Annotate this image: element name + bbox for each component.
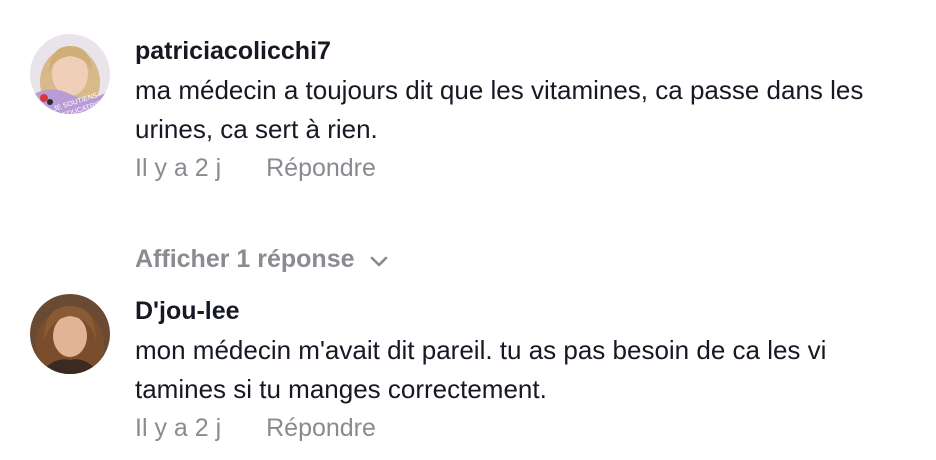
comment-username[interactable]: D'jou-lee <box>135 296 915 326</box>
show-replies-button[interactable]: Afficher 1 réponse <box>135 240 389 278</box>
comment-body: patriciacolicchi7 ma médecin a toujours … <box>135 28 915 184</box>
avatar-image: JE SOUTIENS LES EDUCATRICES <box>30 34 110 114</box>
comment-time: Il y a 2 j <box>135 154 222 182</box>
avatar-image <box>30 294 110 374</box>
comment-text: mon médecin m'avait dit pareil. tu as pa… <box>135 335 827 404</box>
reply-button[interactable]: Répondre <box>266 154 376 182</box>
chevron-down-icon <box>369 244 389 278</box>
avatar[interactable] <box>30 294 110 374</box>
comment-meta: Il y a 2 j Répondre <box>135 152 915 184</box>
comment-text: ma médecin a toujours dit que les vitami… <box>135 75 864 144</box>
comment-time: Il y a 2 j <box>135 414 222 442</box>
avatar[interactable]: JE SOUTIENS LES EDUCATRICES <box>30 34 110 114</box>
comment-meta: Il y a 2 j Répondre <box>135 412 915 444</box>
comment-username[interactable]: patriciacolicchi7 <box>135 36 915 66</box>
show-replies-label: Afficher 1 réponse <box>135 245 355 273</box>
reply-button[interactable]: Répondre <box>266 414 376 442</box>
comment-body: D'jou-lee mon médecin m'avait dit pareil… <box>135 288 915 444</box>
